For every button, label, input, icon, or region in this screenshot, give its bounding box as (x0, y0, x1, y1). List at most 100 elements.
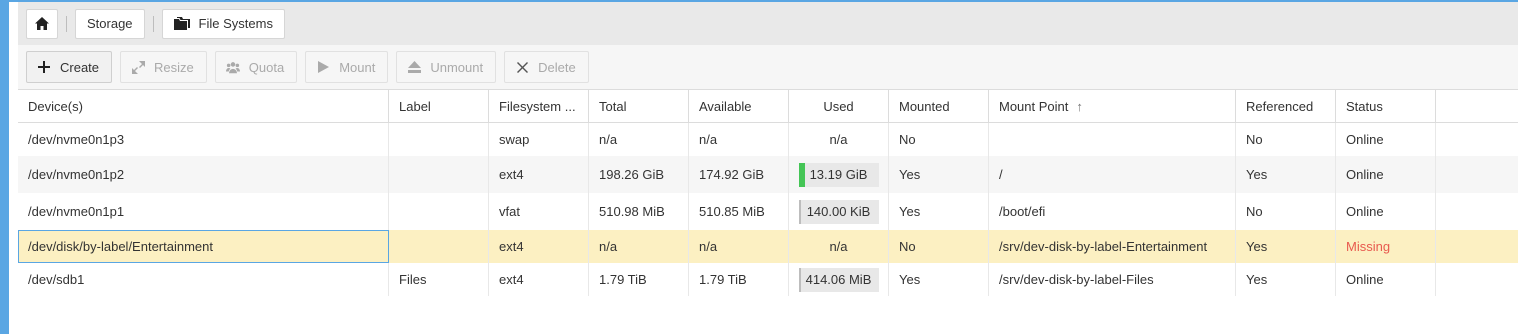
table-row[interactable]: /dev/nvme0n1p3 swap n/a n/a n/a No No Online (18, 123, 1518, 156)
cell-device: /dev/disk/by-label/Entertainment (18, 230, 389, 263)
table-row[interactable]: /dev/sdb1 Files ext4 1.79 TiB 1.79 TiB 414.06… (18, 263, 1518, 296)
cell-filler (1436, 230, 1518, 263)
cell-mounted: Yes (889, 156, 989, 193)
cell-used: 414.06 MiB (789, 263, 889, 296)
breadcrumb-item-label: File Systems (198, 16, 273, 31)
usage-progress-bar: 13.19 GiB (798, 162, 879, 187)
column-header-label[interactable]: Label (389, 90, 489, 122)
column-header-label: Used (823, 98, 854, 114)
cell-filesystem: swap (489, 123, 589, 156)
cell-mount-point: /srv/dev-disk-by-label-Files (989, 263, 1236, 296)
cell-total: n/a (589, 123, 689, 156)
cell-label: Files (389, 263, 489, 296)
column-header-label: Mount Point (999, 98, 1069, 114)
breadcrumb-item-file-systems[interactable]: File Systems (161, 8, 285, 39)
cell-device: /dev/nvme0n1p1 (18, 193, 389, 230)
column-header-label: Referenced (1246, 98, 1314, 114)
table-row[interactable]: /dev/nvme0n1p1 vfat 510.98 MiB 510.85 MiB 14… (18, 193, 1518, 230)
table-body: /dev/nvme0n1p3 swap n/a n/a n/a No No Online/de… (18, 123, 1518, 296)
x-icon (515, 60, 529, 74)
table-row[interactable]: /dev/nvme0n1p2 ext4 198.26 GiB 174.92 GiB 13… (18, 156, 1518, 193)
column-header-mounted[interactable]: Mounted (889, 90, 989, 122)
column-header-available[interactable]: Available (689, 90, 789, 122)
cell-referenced: No (1236, 123, 1336, 156)
plus-icon (37, 60, 51, 74)
column-header-devices[interactable]: Device(s) (18, 90, 389, 122)
resize-button[interactable]: Resize (120, 51, 207, 83)
eject-icon (407, 60, 421, 74)
cell-used: 13.19 GiB (789, 156, 889, 193)
column-header-label: Total (599, 98, 627, 114)
usage-progress-bar: 140.00 KiB (798, 199, 879, 224)
quota-button[interactable]: Quota (214, 51, 298, 83)
cell-mounted: No (889, 123, 989, 156)
cell-mount-point: /srv/dev-disk-by-label-Entertainment (989, 230, 1236, 263)
cell-used: n/a (789, 123, 889, 156)
cell-label (389, 123, 489, 156)
delete-button[interactable]: Delete (504, 51, 589, 83)
cell-referenced: Yes (1236, 156, 1336, 193)
filesystems-table: Device(s) Label Filesystem ... Total Ava… (18, 90, 1518, 296)
breadcrumb: Storage File Systems (18, 2, 1518, 45)
column-header-status[interactable]: Status (1336, 90, 1436, 122)
create-button[interactable]: Create (26, 51, 113, 83)
usage-progress-fill (798, 162, 805, 187)
mount-button[interactable]: Mount (305, 51, 389, 83)
table-row[interactable]: /dev/disk/by-label/Entertainment ext4 n/a n… (18, 230, 1518, 263)
sort-ascending-icon: ↑ (1076, 98, 1083, 114)
column-header-mount-point[interactable]: Mount Point ↑ (989, 90, 1236, 122)
breadcrumb-separator (66, 15, 67, 32)
column-header-label: Label (399, 98, 431, 114)
folders-icon (173, 16, 190, 30)
column-header-total[interactable]: Total (589, 90, 689, 122)
breadcrumb-home-button[interactable] (26, 8, 58, 39)
cell-label (389, 193, 489, 230)
column-header-used[interactable]: Used (789, 90, 889, 122)
cell-available: n/a (689, 123, 789, 156)
usage-value: 13.19 GiB (809, 167, 868, 182)
cell-device: /dev/sdb1 (18, 263, 389, 296)
column-header-referenced[interactable]: Referenced (1236, 90, 1336, 122)
cell-mounted: No (889, 230, 989, 263)
cell-filler (1436, 193, 1518, 230)
create-button-label: Create (60, 59, 100, 75)
left-accent-bar (0, 0, 9, 334)
cell-mount-point: /boot/efi (989, 193, 1236, 230)
usage-progress-bar: 414.06 MiB (798, 267, 879, 292)
usage-value: 140.00 KiB (806, 204, 871, 219)
usage-value: 414.06 MiB (805, 272, 872, 287)
cell-total: 1.79 TiB (589, 263, 689, 296)
column-header-filesystem[interactable]: Filesystem ... (489, 90, 589, 122)
cell-total: n/a (589, 230, 689, 263)
cell-referenced: No (1236, 193, 1336, 230)
column-header-label: Status (1346, 98, 1383, 114)
column-header-label: Filesystem ... (499, 98, 576, 114)
cell-available: 174.92 GiB (689, 156, 789, 193)
cell-filesystem: ext4 (489, 156, 589, 193)
breadcrumb-item-label: Storage (87, 16, 133, 31)
unmount-button[interactable]: Unmount (396, 51, 497, 83)
cell-mounted: Yes (889, 263, 989, 296)
cell-available: 510.85 MiB (689, 193, 789, 230)
cell-filesystem: ext4 (489, 263, 589, 296)
unmount-button-label: Unmount (430, 59, 484, 75)
cell-label (389, 156, 489, 193)
column-header-label: Available (699, 98, 752, 114)
cell-used: 140.00 KiB (789, 193, 889, 230)
cell-device: /dev/nvme0n1p3 (18, 123, 389, 156)
cell-status: Online (1336, 193, 1436, 230)
cell-mount-point: / (989, 156, 1236, 193)
usage-progress-fill (798, 267, 801, 292)
cell-filesystem: vfat (489, 193, 589, 230)
cell-filler (1436, 263, 1518, 296)
column-header-label: Device(s) (28, 98, 83, 114)
column-header-filler (1436, 90, 1518, 122)
cell-available: n/a (689, 230, 789, 263)
breadcrumb-item-storage[interactable]: Storage (75, 8, 145, 39)
expand-icon (131, 60, 145, 74)
mount-button-label: Mount (339, 59, 376, 75)
breadcrumb-separator (152, 15, 154, 32)
cell-mounted: Yes (889, 193, 989, 230)
cell-device: /dev/nvme0n1p2 (18, 156, 389, 193)
play-icon (316, 60, 330, 74)
